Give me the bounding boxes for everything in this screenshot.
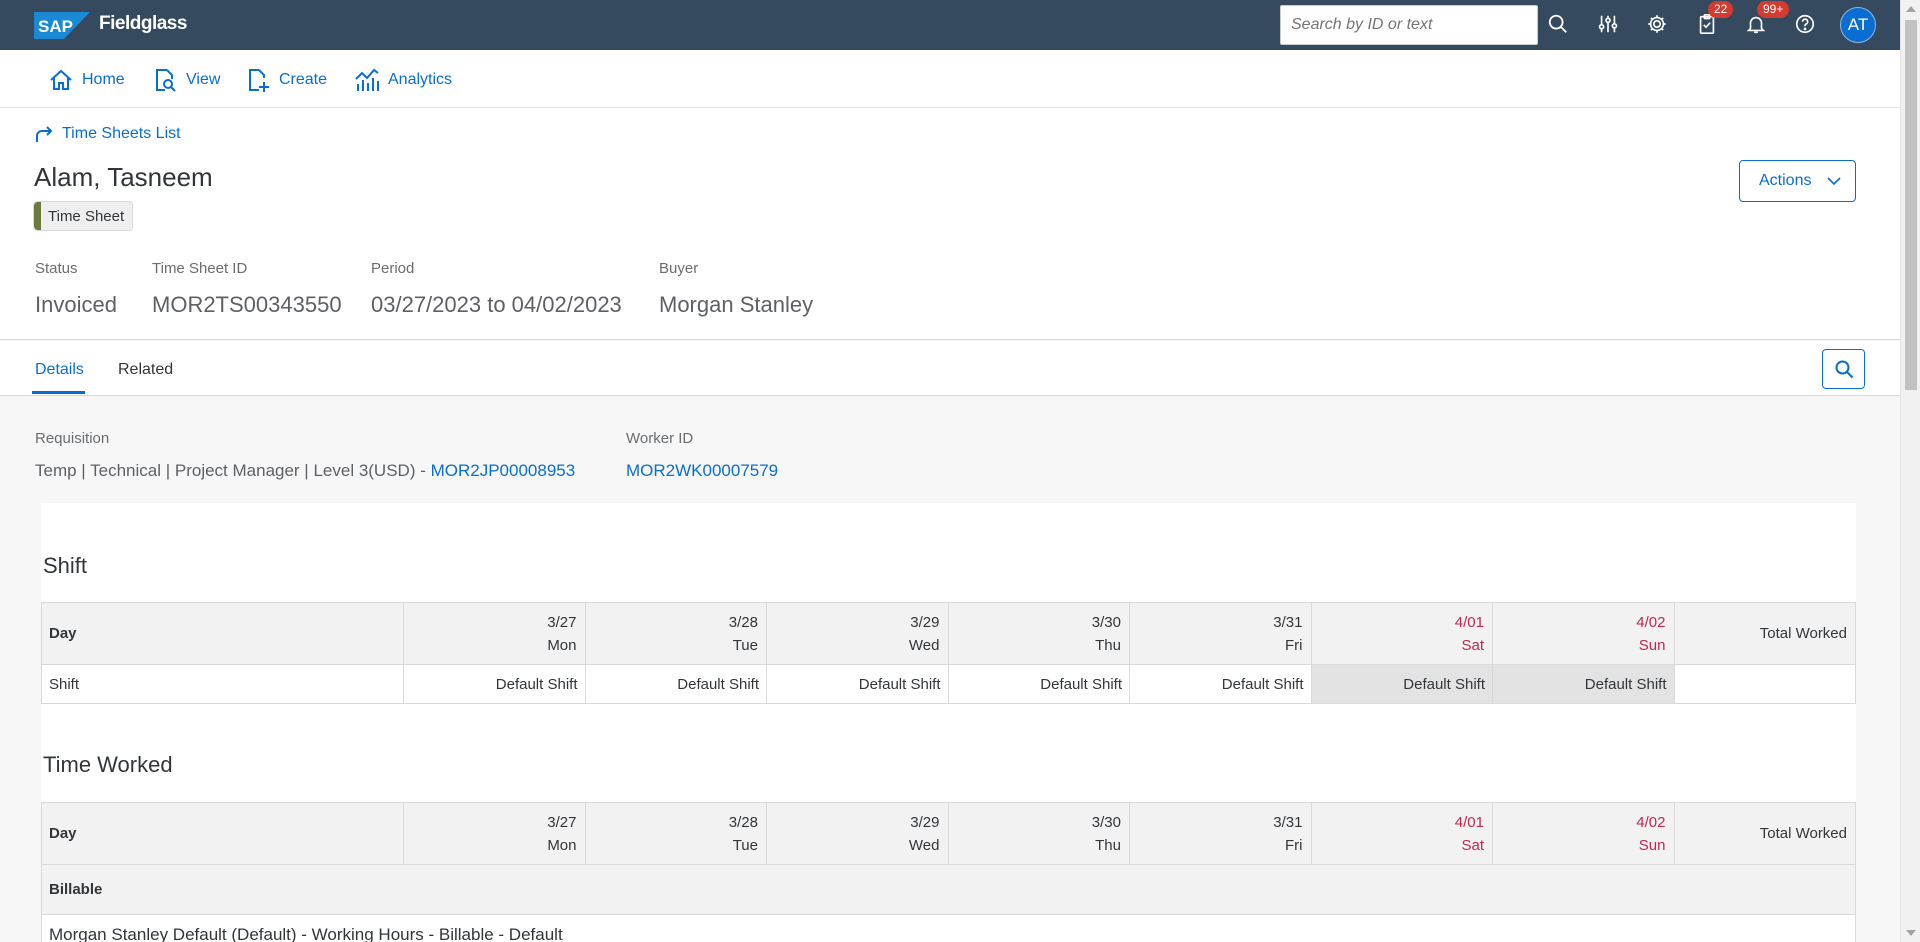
gear-icon[interactable]: [1644, 11, 1670, 37]
page-title: Alam, Tasneem: [34, 162, 213, 192]
day-col-1: 3/28 Tue: [584, 802, 767, 865]
return-arrow-icon: [36, 126, 53, 142]
day-col-0: 3/27 Mon: [403, 802, 586, 865]
filter-settings-icon[interactable]: [1595, 11, 1621, 37]
vertical-scrollbar[interactable]: [1900, 0, 1920, 942]
shift-cell: Default Shift: [403, 664, 586, 704]
time-entry-label: Morgan Stanley Default (Default) - Worki…: [41, 914, 1856, 942]
day-col-2: 3/29 Wed: [766, 802, 949, 865]
shift-cell: Default Shift: [1492, 664, 1675, 704]
breadcrumb[interactable]: Time Sheets List: [34, 124, 181, 144]
create-icon: [249, 69, 269, 92]
shift-cell: Default Shift: [1129, 664, 1312, 704]
shift-total: [1673, 664, 1856, 704]
tasks-icon[interactable]: 22: [1694, 1, 1734, 37]
day-col-5: 4/01 Sat: [1310, 602, 1493, 665]
breadcrumb-label: Time Sheets List: [62, 125, 181, 142]
buyer-value: Morgan Stanley: [659, 292, 814, 317]
svg-text:SAP: SAP: [38, 17, 73, 36]
worker-id-label: Worker ID: [626, 430, 694, 447]
day-col-4: 3/31 Fri: [1129, 802, 1312, 865]
nav-view-label: View: [186, 71, 221, 88]
search-icon[interactable]: [1545, 11, 1571, 37]
tab-bar: Details Related: [0, 341, 1900, 396]
tasks-badge: 22: [1708, 1, 1734, 18]
day-col-0: 3/27 Mon: [403, 602, 586, 665]
tab-details[interactable]: Details: [35, 361, 84, 379]
user-avatar[interactable]: AT: [1840, 7, 1876, 43]
time-worked-header-row: Day 3/27 Mon 3/28 Tue 3/29 Wed 3/30 Thu 3/31…: [41, 802, 1856, 865]
analytics-icon: [355, 68, 379, 91]
billable-group-label: Billable: [41, 864, 1856, 915]
timesheet-id-value: MOR2TS00343550: [152, 292, 342, 317]
nav-home[interactable]: Home: [48, 67, 125, 93]
day-header: Day: [41, 602, 404, 665]
search-input[interactable]: [1280, 5, 1538, 45]
buyer-label: Buyer: [659, 260, 699, 277]
object-header: Time Sheets List Alam, Tasneem Time Shee…: [0, 108, 1900, 340]
requisition-link[interactable]: MOR2JP00008953: [431, 461, 576, 480]
brand-name[interactable]: Fieldglass: [99, 13, 187, 35]
day-col-3: 3/30 Thu: [947, 602, 1130, 665]
notifications-badge: 99+: [1757, 1, 1790, 18]
scrollbar-thumb[interactable]: [1905, 20, 1917, 390]
nav-home-label: Home: [82, 71, 125, 88]
time-worked-table: Day 3/27 Mon 3/28 Tue 3/29 Wed 3/30 Thu 3/31…: [41, 802, 1856, 942]
sap-logo[interactable]: SAP: [34, 12, 90, 39]
status-value: Invoiced: [35, 292, 117, 317]
help-icon[interactable]: [1792, 11, 1818, 37]
search-icon: [1835, 360, 1853, 379]
day-col-4: 3/31 Fri: [1129, 602, 1312, 665]
billable-group-row: Billable: [41, 864, 1856, 915]
status-label: Status: [35, 260, 78, 277]
shift-cell: Default Shift: [584, 664, 767, 704]
period-value: 03/27/2023 to 04/02/2023: [371, 292, 622, 317]
requisition-value: Temp | Technical | Project Manager | Lev…: [35, 461, 575, 481]
active-tab-indicator: [32, 391, 85, 394]
shift-row: Shift Default Shift Default Shift Defaul…: [41, 664, 1856, 704]
day-col-2: 3/29 Wed: [766, 602, 949, 665]
find-button[interactable]: [1822, 349, 1865, 389]
actions-label: Actions: [1759, 172, 1812, 189]
requisition-text: Temp | Technical | Project Manager | Lev…: [35, 461, 431, 480]
tab-related[interactable]: Related: [118, 361, 173, 379]
requisition-label: Requisition: [35, 430, 110, 447]
nav-create[interactable]: Create: [245, 67, 327, 93]
day-col-6: 4/02 Sun: [1492, 602, 1675, 665]
nav-analytics-label: Analytics: [388, 71, 453, 88]
shift-cell: Default Shift: [766, 664, 949, 704]
timesheet-id-label: Time Sheet ID: [152, 260, 248, 277]
chevron-down-icon: [1827, 177, 1841, 186]
shift-row-label: Shift: [41, 664, 404, 704]
day-col-5: 4/01 Sat: [1310, 802, 1493, 865]
shift-table: Day 3/27 Mon 3/28 Tue 3/29 Wed 3/30 Thu 3/31…: [41, 602, 1856, 704]
scroll-down-arrow-icon[interactable]: [1906, 930, 1916, 936]
period-label: Period: [371, 260, 415, 277]
scroll-up-arrow-icon[interactable]: [1906, 6, 1916, 12]
shell-bar: SAP Fieldglass 22 99+ AT: [0, 0, 1900, 50]
actions-button[interactable]: Actions: [1739, 160, 1856, 202]
nav-create-label: Create: [279, 71, 328, 88]
time-entry-row[interactable]: Morgan Stanley Default (Default) - Worki…: [41, 914, 1856, 942]
day-col-1: 3/28 Tue: [584, 602, 767, 665]
worker-id-link[interactable]: MOR2WK00007579: [626, 461, 778, 481]
main-nav: Home View Create Analytics: [0, 50, 1900, 108]
day-header: Day: [41, 802, 404, 865]
day-col-6: 4/02 Sun: [1492, 802, 1675, 865]
bell-icon[interactable]: 99+: [1743, 1, 1790, 37]
home-icon: [50, 69, 72, 90]
total-header: Total Worked: [1673, 602, 1856, 665]
day-col-3: 3/30 Thu: [947, 802, 1130, 865]
nav-view[interactable]: View: [152, 67, 220, 93]
shift-section-title: Shift: [43, 553, 88, 578]
view-icon: [156, 69, 176, 92]
nav-analytics[interactable]: Analytics: [354, 67, 452, 93]
shift-cell: Default Shift: [947, 664, 1130, 704]
total-header: Total Worked: [1673, 802, 1856, 865]
object-type-tag: Time Sheet: [33, 201, 134, 231]
shift-header-row: Day 3/27 Mon 3/28 Tue 3/29 Wed 3/30 Thu 3/31…: [41, 602, 1856, 665]
shift-cell: Default Shift: [1310, 664, 1493, 704]
time-worked-section-title: Time Worked: [43, 752, 173, 777]
